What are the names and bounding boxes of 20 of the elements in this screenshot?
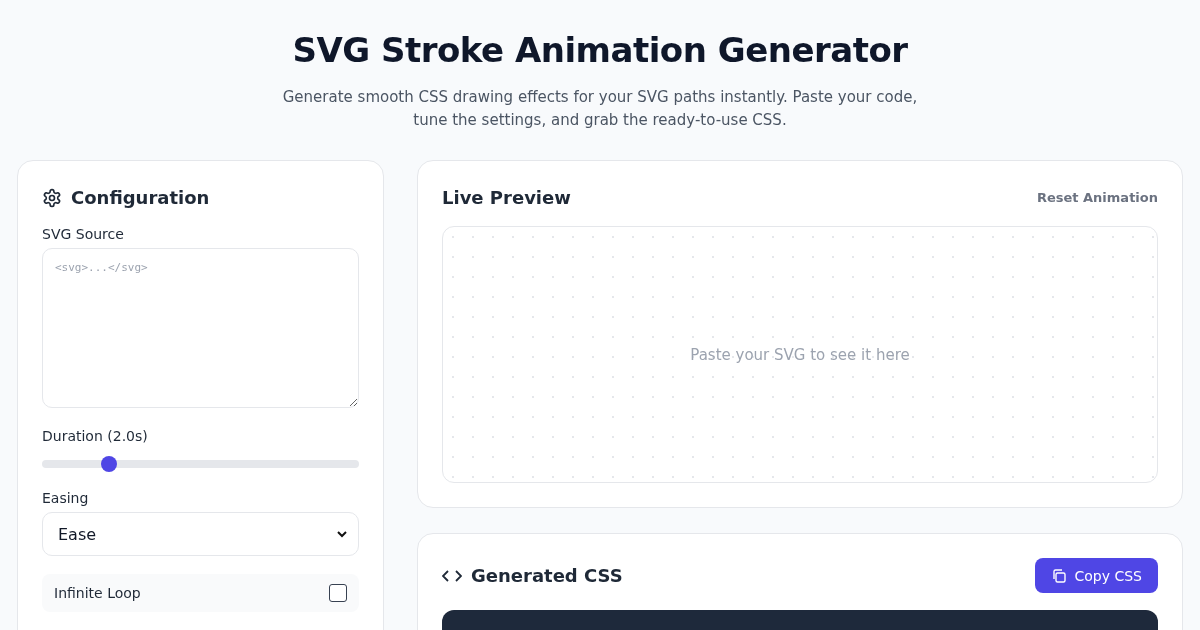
easing-select[interactable]: Ease bbox=[42, 512, 359, 556]
copy-css-button[interactable]: Copy CSS bbox=[1035, 558, 1158, 593]
card-title: Generated CSS bbox=[471, 565, 623, 586]
card-title: Live Preview bbox=[442, 187, 571, 208]
settings-icon bbox=[42, 187, 62, 208]
slider-thumb[interactable] bbox=[100, 456, 117, 472]
page-title: SVG Stroke Animation Generator bbox=[291, 30, 909, 70]
chevron-down-icon bbox=[336, 528, 348, 540]
loop-checkbox[interactable] bbox=[329, 584, 347, 602]
field-label: Duration (2.0s) bbox=[42, 428, 149, 444]
field-label: Easing bbox=[42, 490, 90, 506]
copy-icon bbox=[1051, 567, 1068, 584]
card-title: Configuration bbox=[71, 187, 210, 208]
svg-source-field[interactable]: <svg>...</svg> bbox=[42, 248, 359, 408]
reset-animation-link[interactable]: Reset Animation bbox=[1036, 190, 1158, 205]
field-label: SVG Source bbox=[42, 226, 125, 242]
loop-label: Infinite Loop bbox=[54, 585, 141, 601]
code-icon bbox=[442, 567, 462, 584]
empty-message: Paste your SVG to see it here bbox=[690, 345, 910, 364]
page-subtitle: Generate smooth CSS drawing effects for your SVG paths instantly. Paste your code, tune the settings, and grab the ready-to-use CSS. bbox=[281, 87, 919, 131]
